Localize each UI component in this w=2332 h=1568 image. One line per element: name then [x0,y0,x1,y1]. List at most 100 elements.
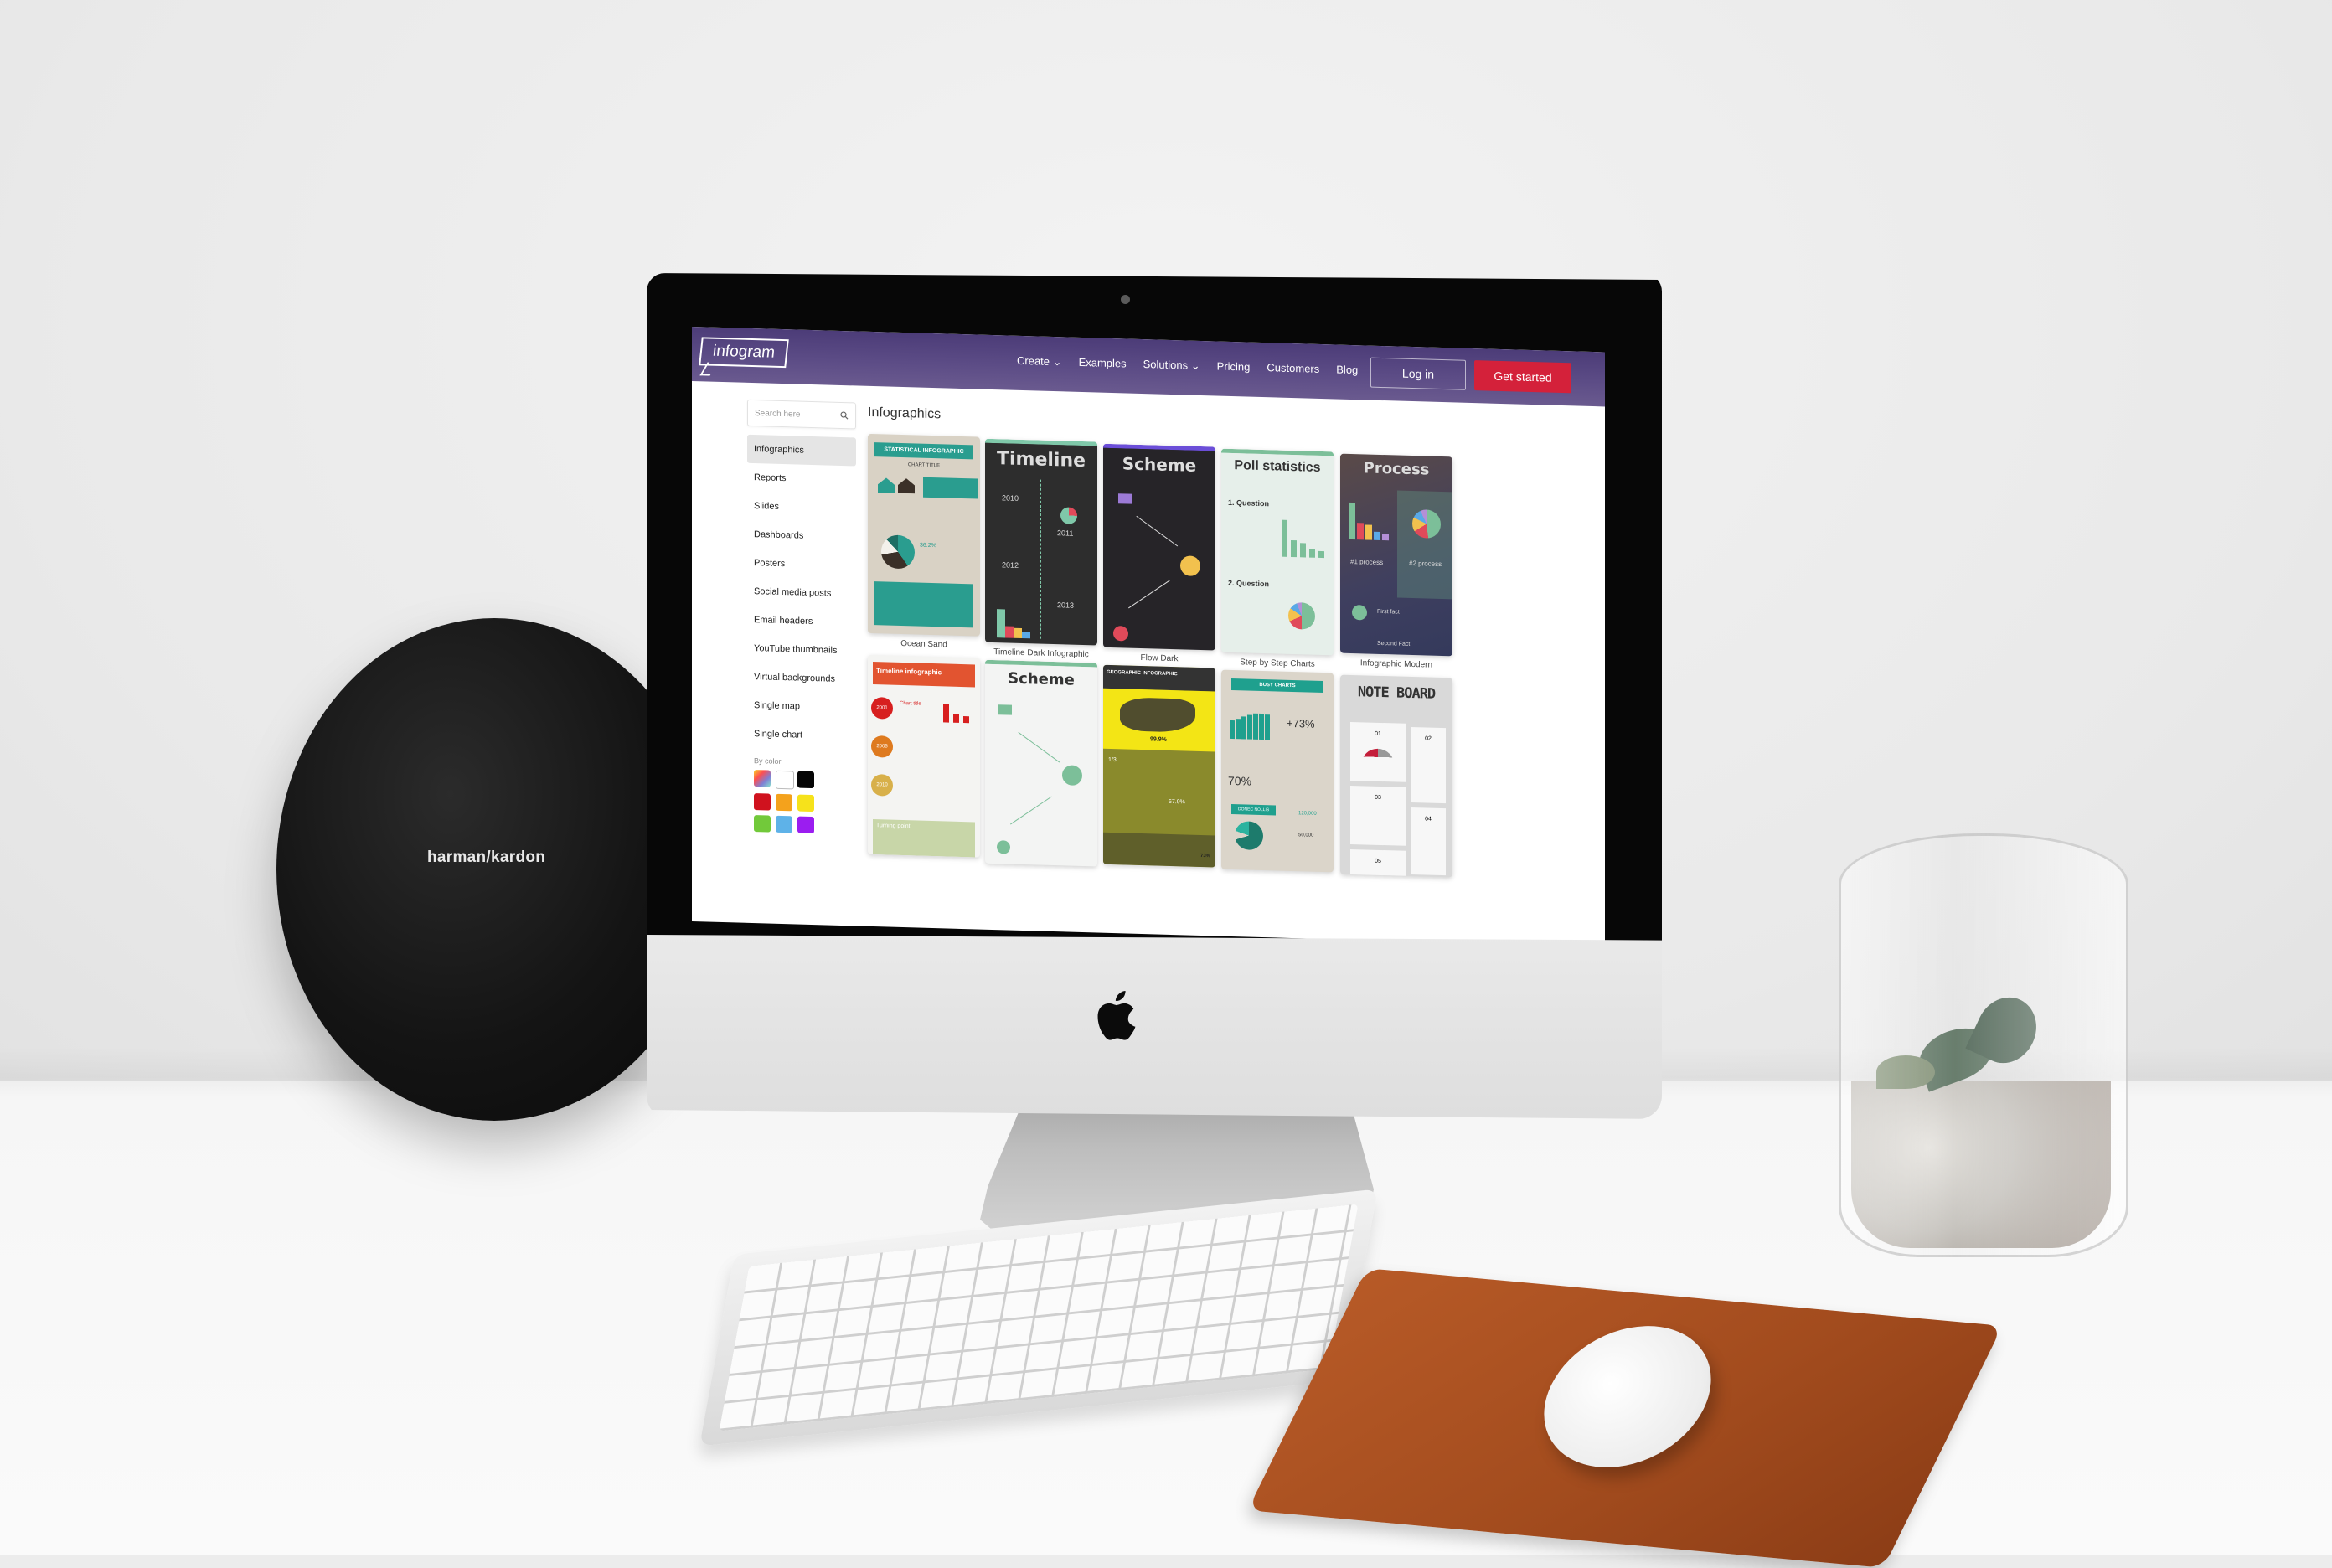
login-button[interactable]: Log in [1370,357,1466,390]
thumb-stat: 67.9% [1169,798,1185,806]
stat-box [923,477,978,499]
nav-blog[interactable]: Blog [1336,363,1358,377]
search-input[interactable]: Search here [747,399,856,430]
color-swatch-white[interactable] [776,770,794,790]
thumb-stat: 50,000 [1298,833,1314,838]
template-card-geographic[interactable]: GEOGRAPHIC INFOGRAPHIC 99.9% 1/3 67.9% 7… [1103,664,1215,873]
nav-solutions[interactable]: Solutions ⌄ [1143,358,1200,373]
nav-create[interactable]: Create ⌄ [1017,354,1062,369]
sidebar-item-infographics[interactable]: Infographics [747,434,856,467]
geo-footer [1103,832,1215,868]
color-swatch-blue[interactable] [776,815,792,833]
nav-pricing[interactable]: Pricing [1217,360,1251,374]
note-card: 01 [1350,721,1406,782]
color-swatch-multicolor[interactable] [754,770,771,787]
note-number: 04 [1425,816,1432,823]
top-navigation-bar: infogram Create ⌄ Examples Solutions ⌄ P… [692,327,1605,407]
color-swatches [747,770,856,835]
thumb-heading: Poll statistics [1234,458,1321,475]
color-swatch-purple[interactable] [797,816,814,834]
search-placeholder: Search here [755,408,801,420]
flow-arrow [1136,515,1179,547]
question-heading: 1. Question [1228,498,1270,508]
template-label [1221,874,1334,878]
color-swatch-orange[interactable] [776,793,792,812]
imac-bezel: infogram Create ⌄ Examples Solutions ⌄ P… [647,273,1662,943]
color-swatch-black[interactable] [797,771,814,789]
template-thumbnail: Process #1 process #2 process First fact… [1340,453,1452,657]
nav-customers[interactable]: Customers [1267,361,1319,376]
chart-bar [1230,720,1235,740]
bar-chart [1230,710,1273,740]
bar-chart [943,702,972,724]
color-swatch-red[interactable] [754,793,771,811]
chart-bar [1349,502,1355,540]
flow-arrow [1018,731,1060,763]
color-swatch-yellow[interactable] [797,794,814,812]
chart-bar [1300,543,1306,558]
chart-panel [874,581,973,628]
chevron-down-icon: ⌄ [1052,355,1062,369]
template-label: Step by Step Charts [1240,658,1315,669]
flow-arrow [1010,796,1052,825]
thumb-stat: 73% [1200,853,1210,859]
sidebar-item-single-map[interactable]: Single map [747,691,856,723]
chart-bar [1241,716,1246,740]
template-card-timeline-dark[interactable]: Timeline 2010 2011 2012 2013 Timeline Da… [985,438,1097,660]
page-title: Infographics [868,405,942,422]
house-icon [898,478,915,494]
chart-bar [1282,519,1287,557]
chart-title: Chart title [900,700,921,707]
chevron-down-icon: ⌄ [1190,358,1200,372]
nav-solutions-label: Solutions [1143,358,1189,372]
thumb-heading: NOTE BOARD [1357,683,1436,703]
fact-label: First fact [1377,608,1400,616]
nav-examples[interactable]: Examples [1079,356,1127,371]
template-thumbnail: Timeline 2010 2011 2012 2013 [985,438,1097,646]
process-label: #2 process [1409,559,1442,569]
flag-icon [1118,493,1132,504]
timeline-year: 2001 [871,696,893,720]
chart-bar [1382,534,1389,541]
sidebar-item-reports[interactable]: Reports [747,463,856,495]
by-color-label: By color [754,756,782,766]
sidebar-item-slides[interactable]: Slides [747,492,856,524]
template-card-ocean-sand[interactable]: STATISTICAL INFOGRAPHIC CHART TITLE 36.2… [868,433,980,651]
chart-bar [1005,626,1014,638]
template-label: Infographic Modern [1359,658,1433,670]
world-map [1120,697,1195,733]
sidebar-item-dashboards[interactable]: Dashboards [747,520,856,552]
chart-bar [1014,627,1022,639]
thumb-heading: Process [1363,459,1430,479]
sidebar-item-youtube-thumbnails[interactable]: YouTube thumbnails [747,634,856,666]
template-card-busy-charts[interactable]: BUSY CHARTS +73% 70% DONEC NOLLIS 120,00… [1221,669,1334,878]
pie-chart [1288,601,1315,630]
template-thumbnail: Scheme [985,659,1097,867]
template-sidebar: Search here Infographics Reports Slides … [747,399,856,835]
sidebar-item-email-headers[interactable]: Email headers [747,606,856,637]
template-card-step-by-step-charts[interactable]: Poll statistics 1. Question 2. Question … [1221,448,1334,670]
color-swatch-green[interactable] [754,815,771,833]
note-number: 03 [1375,794,1381,801]
sidebar-item-posters[interactable]: Posters [747,549,856,580]
template-card-flow-dark[interactable]: Scheme Flow Dark [1103,443,1215,665]
search-icon[interactable] [840,411,849,420]
get-started-button[interactable]: Get started [1474,360,1571,394]
template-card-timeline-infographic[interactable]: Timeline infographic 2001 2005 2010 Char… [868,654,980,863]
process-label: #1 process [1350,557,1384,567]
chart-bar [1247,714,1252,740]
chart-bar [1291,539,1297,558]
sidebar-item-single-chart[interactable]: Single chart [747,720,856,751]
template-label: Timeline Dark Infographic [993,647,1089,660]
world-map-panel: 99.9% [1103,688,1215,752]
thumb-stat: 36.2% [920,542,936,549]
template-card-scheme-light[interactable]: Scheme [985,659,1097,872]
sidebar-item-virtual-backgrounds[interactable]: Virtual backgrounds [747,663,856,694]
template-card-note-board[interactable]: NOTE BOARD 01 02 03 04 05 [1340,674,1452,883]
template-card-infographic-modern[interactable]: Process #1 process #2 process First fact… [1340,453,1452,671]
fact-label: Second Fact [1377,640,1411,647]
imac: infogram Create ⌄ Examples Solutions ⌄ P… [647,273,1662,1119]
turning-point-panel: Turning point [873,819,975,858]
thumb-heading: Scheme [1008,669,1075,689]
sidebar-item-social-media-posts[interactable]: Social media posts [747,577,856,609]
